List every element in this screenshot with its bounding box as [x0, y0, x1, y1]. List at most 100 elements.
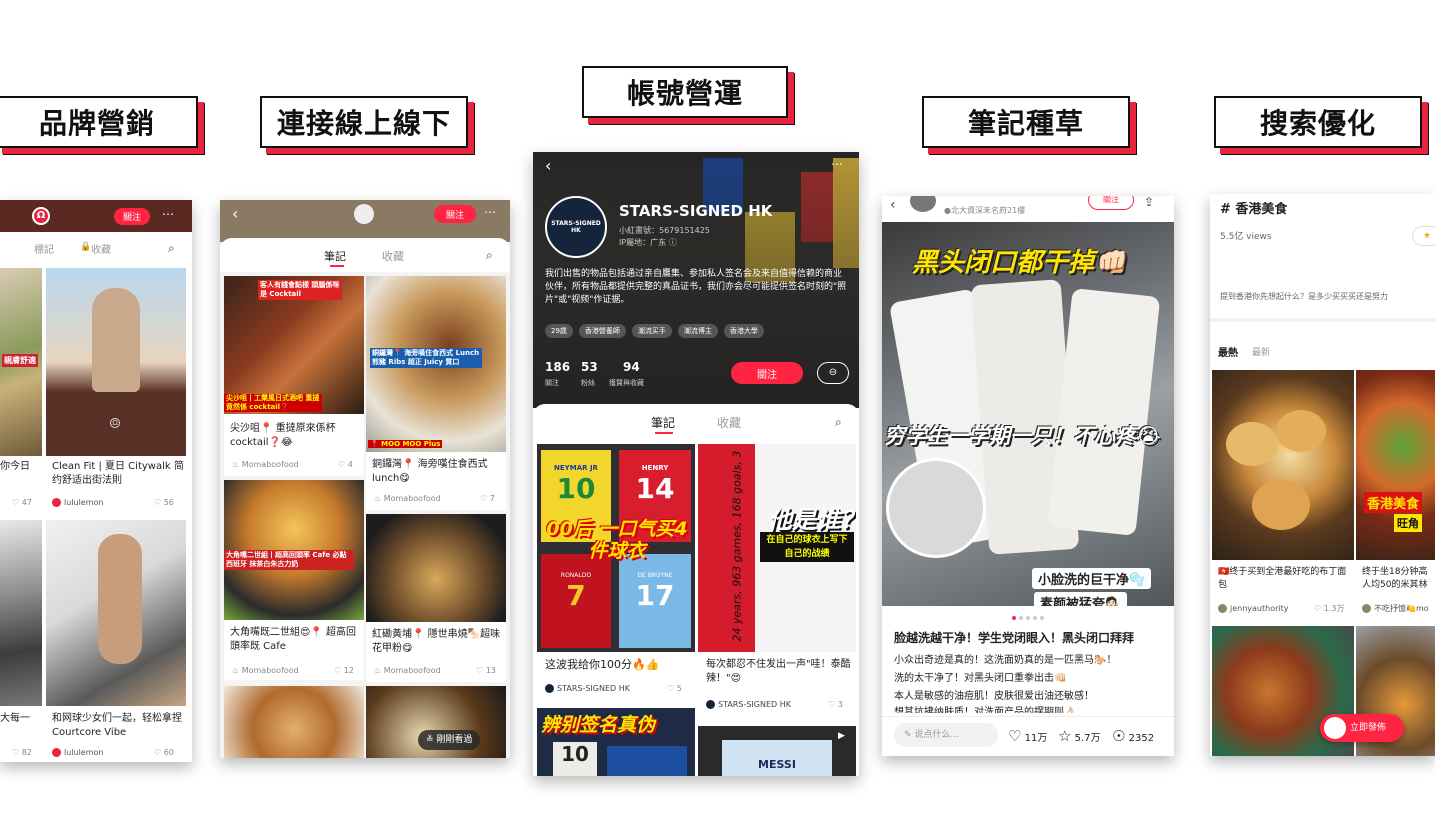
divider	[1210, 318, 1435, 322]
heart-icon[interactable]: ♡	[1008, 729, 1021, 745]
note-card[interactable]: 和网球少女们一起，轻松拿捏 Courtcore Vibe lululemon ♡…	[46, 520, 186, 760]
stat-fans-label: 粉絲	[581, 379, 595, 387]
more-icon[interactable]: ⋯	[162, 208, 174, 220]
heart-icon[interactable]: ♡	[154, 498, 164, 507]
comment-input[interactable]: ✎ 说点什么...	[894, 723, 998, 747]
jersey-name: NEYMAR JR	[554, 464, 598, 472]
note-overlay-text: 在自己的球衣上写下 自己的战绩	[760, 532, 854, 562]
more-icon[interactable]: ⋯	[484, 206, 496, 218]
note-overlay-text: 香港美食	[1364, 492, 1423, 513]
note-card[interactable]: NEYMAR JR 10 HENRY 14 RONALDO 7 DE BRUYN…	[537, 444, 695, 702]
chevron-down-icon: ≚	[426, 735, 437, 745]
note-image: 香港美食 旺角	[1356, 370, 1435, 560]
play-icon[interactable]: ▶	[838, 732, 845, 741]
jersey-number: 10	[553, 742, 597, 776]
note-card[interactable]: 他是谁？ 在自己的球衣上写下 自己的战绩 24 years, 963 games…	[698, 444, 856, 722]
follow-button[interactable]: 關注	[434, 205, 476, 223]
like-count: ♡ 82	[12, 746, 32, 760]
heart-icon[interactable]: ♡	[334, 666, 344, 675]
tab-hot[interactable]: 最熱	[1218, 344, 1238, 359]
phone-brand-profile: Ω 關注 ⋯ 標記 🔒 收藏 ⌕ 親膚舒適 你今日 ♡ 47 大每一 ♡ 82 …	[0, 200, 192, 762]
note-author: lululemon	[52, 746, 104, 760]
back-icon[interactable]: ‹	[890, 198, 896, 212]
active-tab-indicator	[655, 432, 673, 434]
note-title: 终于坐18分钟高人均50的米其林	[1362, 567, 1428, 590]
note-card[interactable]: 銅鑼灣📍 海旁嘆住食西式 Lunch 煎豬 Ribs 超正 Juicy 質口 📍…	[366, 276, 506, 510]
back-icon[interactable]: ‹	[545, 158, 551, 174]
heart-icon[interactable]: ♡	[667, 684, 677, 693]
avatar-icon: ♨	[232, 666, 242, 675]
lululemon-logo-icon: Ω	[32, 207, 50, 225]
phone-note-detail: ‹ ●北大資深未名府21樓 關注 ⇪ 黑头闭口都干掉👊🏻 穷学生一学期一只！不心…	[882, 196, 1174, 756]
tab-latest[interactable]: 最新	[1252, 345, 1270, 358]
note-card[interactable]: 大角嘴二世組丨超高回頭率 Cafe 必點西班牙 抹茶白朱古力奶 大角嘴既二世組😍…	[224, 480, 364, 680]
jersey-number: 10	[556, 472, 596, 505]
heart-icon[interactable]: ♡	[154, 748, 164, 757]
tab-collect[interactable]: 收藏	[717, 414, 741, 431]
tag-chip[interactable]: 潮流博主	[677, 324, 718, 338]
message-icon[interactable]: ⊖	[817, 362, 849, 384]
foam-closeup	[886, 458, 986, 558]
heart-icon[interactable]: ♡	[476, 666, 486, 675]
avatar	[52, 748, 61, 757]
note-image[interactable]: ≚ 剛剛看過	[366, 686, 506, 758]
note-card[interactable]: Ω Clean Fit | 夏日 Citywalk 简约舒适出街法則 lulul…	[46, 268, 186, 516]
note-image[interactable]	[224, 686, 364, 758]
topic-prompt: 提到香港你先想起什么？是多少买买买还是努力	[1220, 292, 1388, 301]
note-card[interactable]: 親膚舒適 你今日 ♡ 47	[0, 268, 42, 510]
comment-icon[interactable]: ☉	[1112, 729, 1125, 745]
note-author-name: lululemon	[64, 748, 104, 757]
note-card[interactable]: 🇭🇰终于买到全港最好吃的布丁面包 jennyauthority ♡ 1.3万	[1212, 370, 1354, 622]
heart-icon[interactable]: ♡	[12, 748, 22, 757]
like-count: ♡ 47	[12, 496, 32, 510]
heart-icon[interactable]: ♡	[828, 700, 838, 709]
search-icon[interactable]: ⌕	[835, 416, 842, 428]
share-icon[interactable]: ⇪	[1144, 196, 1154, 208]
note-header: ‹ ●北大資深未名府21樓 關注 ⇪	[882, 196, 1174, 222]
tab-notes[interactable]: 筆記	[324, 248, 346, 264]
page-root: 品牌營銷 連接線上線下 帳號營運 筆記種草 搜索優化 Ω 關注 ⋯ 標記 🔒 收…	[0, 0, 1435, 816]
tab-notes[interactable]: 筆記	[651, 414, 675, 431]
note-author-name: Momaboofood	[383, 666, 441, 675]
search-icon[interactable]: ⌕	[486, 249, 493, 261]
note-title: 銅鑼灣📍 海旁嘆住食西式 lunch😋	[372, 459, 488, 484]
phone-account-profile: ‹ ⋯ STARS-SIGNED HK STARS-SIGNED HK 小紅書號…	[533, 152, 859, 776]
note-overlay-text: 親膚舒適	[2, 354, 38, 367]
lock-icon: 🔒	[80, 242, 92, 252]
jersey-name: DE BRUYNE	[637, 572, 673, 579]
more-icon[interactable]: ⋯	[831, 158, 843, 170]
tag-chip[interactable]: 潮流买手	[631, 324, 672, 338]
note-card[interactable]: 香港美食 旺角 终于坐18分钟高人均50的米其林 不吃抒憶🍋mo	[1356, 370, 1435, 622]
heart-icon[interactable]: ♡	[12, 498, 22, 507]
phone-search-topic: # 香港美食 5.5亿 views ★ 提到香港你先想起什么？是多少买买买还是努…	[1210, 194, 1435, 756]
note-overlay-text: 大角嘴二世組丨超高回頭率 Cafe 必點西班牙 抹茶白朱古力奶	[224, 550, 354, 570]
note-author-name: STARS-SIGNED HK	[718, 700, 791, 709]
star-icon[interactable]: ★	[1412, 226, 1435, 246]
back-icon[interactable]: ‹	[232, 206, 238, 222]
follow-button[interactable]: 關注	[114, 208, 150, 225]
follow-button[interactable]: 關注	[731, 362, 803, 384]
heart-icon[interactable]: ♡	[338, 460, 348, 469]
tab-collect[interactable]: 收藏	[91, 241, 111, 256]
note-card[interactable]: 紅磡黃埔📍 隱世串燒🍢超味花甲粉😋 ♨ Momaboofood ♡ 13	[366, 514, 506, 682]
tag-chip[interactable]: 29歲	[545, 324, 573, 338]
heart-icon[interactable]: ♡	[1314, 604, 1324, 613]
heart-icon[interactable]: ♡	[480, 494, 490, 503]
note-image[interactable]: MESSI ▶	[698, 726, 856, 776]
tag-chip[interactable]: 香港營養師	[578, 324, 626, 338]
avatar	[354, 204, 374, 224]
note-overlay-text: 尖沙咀丨工業風日式酒吧 重撻竟然係 cocktail❓	[224, 394, 322, 412]
comment-count-value: 2352	[1128, 733, 1155, 744]
star-icon[interactable]: ☆	[1058, 729, 1071, 745]
search-icon[interactable]: ⌕	[168, 242, 175, 254]
publish-button[interactable]: 立即發佈	[1320, 714, 1404, 742]
tab-tagged[interactable]: 標記	[34, 241, 54, 256]
note-title: 大角嘴既二世組😍📍 超高回頭率既 Cafe	[230, 627, 357, 652]
tab-collect[interactable]: 收藏	[382, 248, 404, 264]
tag-chip[interactable]: 香港大學	[723, 324, 764, 338]
note-card[interactable]: 客人有錢會點樣 頭腦係咪是 Cocktail 尖沙咀丨工業風日式酒吧 重撻竟然係…	[224, 276, 364, 476]
note-card[interactable]: 大每一 ♡ 82	[0, 520, 42, 760]
follow-button[interactable]: 關注	[1088, 196, 1134, 210]
recently-viewed-button[interactable]: ≚ 剛剛看過	[418, 730, 481, 750]
note-image[interactable]: 辨别签名真伪 10	[537, 708, 695, 776]
